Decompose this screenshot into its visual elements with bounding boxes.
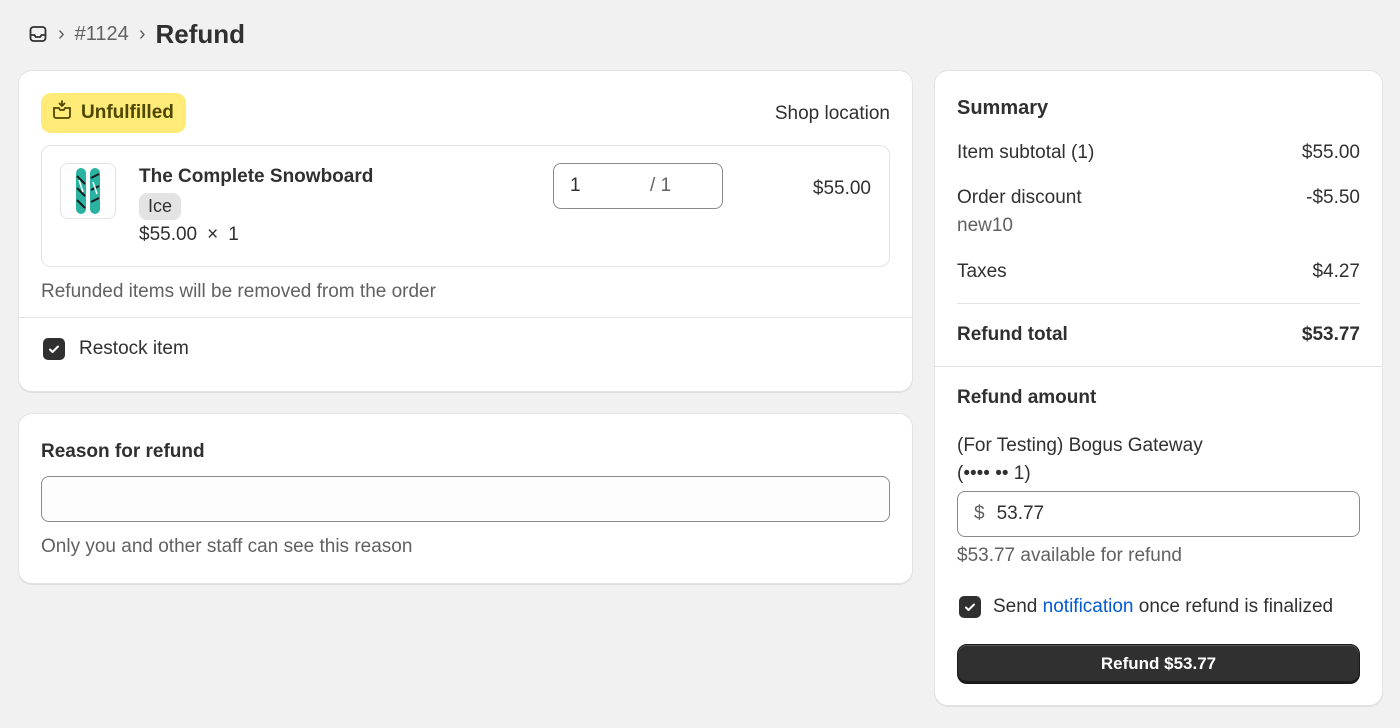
unit-price: $55.00 × 1 [139, 224, 239, 246]
product-thumbnail [60, 163, 116, 219]
gateway-card: (•••• •• 1) [957, 463, 1031, 484]
fulfillment-status-badge: Unfulfilled [41, 93, 186, 133]
subtotal-value: $55.00 [1301, 142, 1360, 163]
reason-label: Reason for refund [41, 441, 205, 462]
variant-badge: Ice [139, 193, 182, 220]
taxes-value: $4.27 [1312, 261, 1360, 282]
divider [957, 303, 1360, 304]
restock-item-checkbox-row[interactable]: Restock item [43, 338, 189, 360]
taxes-label: Taxes [957, 261, 1007, 282]
reason-input[interactable] [41, 476, 890, 522]
discount-code: new10 [957, 215, 1013, 236]
refund-amount-input[interactable]: $ 53.77 [957, 491, 1360, 537]
breadcrumb-separator: › [58, 23, 65, 45]
send-notification-checkbox[interactable] [959, 596, 981, 618]
quantity-ordered: 1 [228, 224, 239, 245]
gateway-name: (For Testing) Bogus Gateway [957, 435, 1203, 456]
checkmark-icon [49, 345, 59, 353]
page-title: Refund [155, 18, 246, 49]
refund-total-row: Refund total $53.77 [957, 324, 1360, 346]
discount-value: -$5.50 [1306, 187, 1360, 208]
unfulfilled-box-icon [51, 99, 73, 127]
breadcrumb-order-link[interactable]: #1124 [75, 23, 129, 46]
notification-suffix: once refund is finalized [1133, 596, 1334, 617]
refund-quantity-input[interactable]: 1 / 1 [553, 163, 723, 209]
unfulfilled-items-card: Unfulfilled Shop location The Complete S… [18, 70, 913, 392]
restock-label: Restock item [79, 338, 189, 359]
available-for-refund: $53.77 available for refund [957, 545, 1182, 566]
shop-location: Shop location [774, 103, 890, 124]
refund-total-value: $53.77 [1301, 324, 1360, 345]
unit-price-value: $55.00 [139, 224, 198, 245]
subtotal-label: Item subtotal (1) [957, 142, 1095, 163]
taxes-row: Taxes $4.27 [957, 261, 1360, 283]
notification-link[interactable]: notification [1043, 596, 1134, 617]
refund-total-label: Refund total [957, 324, 1068, 345]
subtotal-row: Item subtotal (1) $55.00 [957, 142, 1360, 164]
payment-gateway: (For Testing) Bogus Gateway (•••• •• 1) [957, 432, 1203, 488]
line-total: $55.00 [812, 178, 871, 199]
checkmark-icon [965, 603, 975, 611]
send-notification-checkbox-row[interactable]: Send notification once refund is finaliz… [959, 596, 1333, 618]
refund-quantity-max: / 1 [650, 175, 672, 196]
times-sign: × [207, 224, 219, 245]
fulfillment-status-label: Unfulfilled [81, 102, 174, 123]
reason-card: Reason for refund Only you and other sta… [18, 413, 913, 584]
restock-checkbox[interactable] [43, 338, 65, 360]
currency-symbol: $ [974, 503, 985, 524]
divider [19, 317, 912, 318]
discount-label: Order discount [957, 187, 1082, 208]
refund-amount-title: Refund amount [957, 387, 1097, 408]
refund-button[interactable]: Refund $53.77 [957, 644, 1360, 684]
breadcrumb-separator: › [138, 23, 146, 45]
reason-help-text: Only you and other staff can see this re… [41, 536, 413, 557]
notification-prefix: Send [993, 596, 1043, 617]
discount-row: Order discount -$5.50 [957, 187, 1360, 209]
refund-amount-value[interactable]: 53.77 [997, 503, 1045, 525]
product-name[interactable]: The Complete Snowboard [139, 166, 373, 188]
refund-quantity-value[interactable]: 1 [570, 175, 650, 197]
divider [935, 366, 1382, 367]
notification-text: Send notification once refund is finaliz… [993, 596, 1333, 618]
summary-card: Summary Item subtotal (1) $55.00 Order d… [934, 70, 1383, 706]
line-item: The Complete Snowboard Ice $55.00 × 1 1 / … [41, 145, 890, 267]
summary-title: Summary [957, 97, 1049, 119]
breadcrumb: › #1124 › Refund [28, 18, 245, 50]
refund-note: Refunded items will be removed from the … [41, 281, 436, 302]
orders-inbox-icon[interactable] [28, 24, 48, 44]
